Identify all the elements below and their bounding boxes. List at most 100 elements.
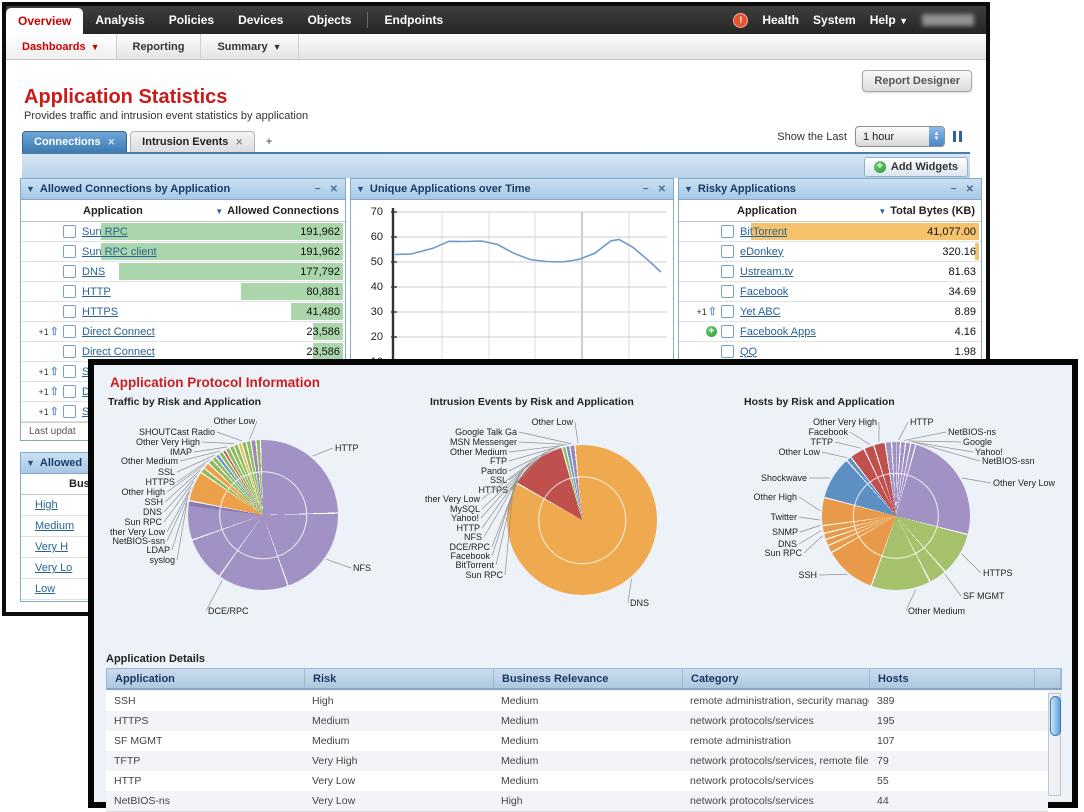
nav-tab-endpoints[interactable]: Endpoints <box>372 6 455 34</box>
application-link[interactable]: HTTP <box>82 286 111 298</box>
row-value: 23,586 <box>306 346 340 358</box>
row-checkbox[interactable] <box>63 245 76 258</box>
application-link[interactable]: BitTorrent <box>740 226 787 238</box>
col-allowed-connections[interactable]: ▼Allowed Connections <box>215 205 339 217</box>
close-icon[interactable]: ✕ <box>330 184 338 195</box>
dashboard-tab-intrusion-events[interactable]: Intrusion Events✕ <box>130 131 255 152</box>
application-link[interactable]: eDonkey <box>740 246 783 258</box>
row-checkbox[interactable] <box>721 345 734 358</box>
subnav-item-dashboards[interactable]: Dashboards▼ <box>6 34 117 59</box>
application-link[interactable]: Direct Connect <box>82 346 155 358</box>
pie-slice-label: ther Very Low <box>425 494 480 504</box>
row-checkbox[interactable] <box>63 285 76 298</box>
report-designer-button[interactable]: Report Designer <box>862 70 972 92</box>
pie-slice-label: DNS <box>630 598 649 608</box>
minimize-icon[interactable]: − <box>315 184 321 195</box>
col-application[interactable]: Application <box>737 205 797 217</box>
row-checkbox[interactable] <box>63 405 76 418</box>
nav-health[interactable]: Health <box>762 13 799 27</box>
tab-close-icon[interactable]: ✕ <box>235 137 243 148</box>
scrollbar-thumb[interactable] <box>1050 696 1061 736</box>
row-checkbox[interactable] <box>63 265 76 278</box>
dashboard-tab-connections[interactable]: Connections ✕ <box>22 131 127 152</box>
row-prefix: +1⇧ <box>21 365 59 378</box>
application-link[interactable]: HTTPS <box>82 306 118 318</box>
business-relevance-link[interactable]: Very H <box>35 541 68 553</box>
application-link[interactable]: Facebook <box>740 286 788 298</box>
application-link[interactable]: Yet ABC <box>740 306 781 318</box>
up-arrow-icon: ⇧ <box>50 405 59 418</box>
row-checkbox[interactable] <box>63 385 76 398</box>
new-tab-button[interactable]: + <box>258 132 280 152</box>
collapse-chevron-icon[interactable]: ▼ <box>684 184 693 194</box>
row-checkbox[interactable] <box>63 365 76 378</box>
minimize-icon[interactable]: − <box>951 184 957 195</box>
row-checkbox[interactable] <box>721 265 734 278</box>
pie-slice-label: Other Very High <box>136 437 200 447</box>
business-relevance-link[interactable]: High <box>35 499 58 511</box>
subnav-label: Dashboards <box>22 41 86 53</box>
collapse-chevron-icon[interactable]: ▼ <box>26 458 35 468</box>
application-link[interactable]: Sun RPC <box>82 226 128 238</box>
nav-tab-overview[interactable]: Overview <box>6 8 83 34</box>
add-widgets-button[interactable]: + Add Widgets <box>864 157 968 177</box>
close-icon[interactable]: ✕ <box>966 184 974 195</box>
subnav-item-summary[interactable]: Summary▼ <box>201 34 298 59</box>
details-col-category[interactable]: Category <box>683 669 870 688</box>
widget-header[interactable]: ▼ Risky Applications −✕ <box>679 179 981 200</box>
subnav-item-reporting[interactable]: Reporting <box>117 34 202 59</box>
col-application[interactable]: Application <box>83 205 143 217</box>
pie-slice-label: SF MGMT <box>963 591 1005 601</box>
row-checkbox[interactable] <box>721 305 734 318</box>
tab-label: Connections <box>34 136 101 148</box>
pie-slice-label: NetBIOS-ssn <box>982 456 1035 466</box>
application-protocol-popup: Application Protocol Information Traffic… <box>88 359 1078 808</box>
application-link[interactable]: Ustream.tv <box>740 266 793 278</box>
col-total-bytes[interactable]: ▼Total Bytes (KB) <box>878 205 975 217</box>
details-col-hosts[interactable]: Hosts <box>870 669 1035 688</box>
username-redacted[interactable] <box>922 14 974 26</box>
application-link[interactable]: Facebook Apps <box>740 326 816 338</box>
pie-chart-3: Other Very HighFacebookTFTPOther LowShoc… <box>744 409 1066 631</box>
nav-tab-objects[interactable]: Objects <box>295 6 363 34</box>
row-checkbox[interactable] <box>63 345 76 358</box>
row-checkbox[interactable] <box>721 325 734 338</box>
application-link[interactable]: DNS <box>82 266 105 278</box>
top-nav: OverviewAnalysisPoliciesDevicesObjects En… <box>6 6 986 34</box>
widget-header[interactable]: ▼ Unique Applications over Time −✕ <box>351 179 673 200</box>
pause-button[interactable] <box>953 131 962 142</box>
business-relevance-link[interactable]: Medium <box>35 520 74 532</box>
business-relevance-link[interactable]: Low <box>35 583 55 595</box>
row-checkbox[interactable] <box>721 245 734 258</box>
collapse-chevron-icon[interactable]: ▼ <box>356 184 365 194</box>
row-checkbox[interactable] <box>721 225 734 238</box>
details-col-risk[interactable]: Risk <box>305 669 494 688</box>
nav-tab-policies[interactable]: Policies <box>157 6 226 34</box>
row-checkbox[interactable] <box>63 225 76 238</box>
health-alert-icon: ! <box>733 13 748 28</box>
page-subtitle: Provides traffic and intrusion event sta… <box>24 110 308 122</box>
nav-tab-analysis[interactable]: Analysis <box>83 6 156 34</box>
application-link[interactable]: Direct Connect <box>82 326 155 338</box>
nav-help[interactable]: Help ▼ <box>870 13 908 27</box>
time-range-select[interactable]: 1 hour ▲▼ <box>855 126 945 147</box>
tab-close-icon[interactable]: ✕ <box>108 137 116 148</box>
widget-header[interactable]: ▼ Allowed Connections by Application −✕ <box>21 179 345 200</box>
details-col-business-relevance[interactable]: Business Relevance <box>494 669 683 688</box>
details-col-application[interactable]: Application <box>107 669 305 688</box>
pie-slice-label: Other Very Low <box>993 478 1055 488</box>
page-title: Application Statistics <box>24 86 227 109</box>
close-icon[interactable]: ✕ <box>658 184 666 195</box>
row-checkbox[interactable] <box>721 285 734 298</box>
application-link[interactable]: QQ <box>740 346 757 358</box>
minimize-icon[interactable]: − <box>643 184 649 195</box>
row-checkbox[interactable] <box>63 325 76 338</box>
collapse-chevron-icon[interactable]: ▼ <box>26 184 35 194</box>
scrollbar-track[interactable] <box>1048 693 1061 796</box>
business-relevance-link[interactable]: Very Lo <box>35 562 72 574</box>
row-checkbox[interactable] <box>63 305 76 318</box>
nav-system[interactable]: System <box>813 13 856 27</box>
application-link[interactable]: Sun RPC client <box>82 246 157 258</box>
nav-tab-devices[interactable]: Devices <box>226 6 295 34</box>
time-range-control: Show the Last 1 hour ▲▼ <box>777 126 962 147</box>
